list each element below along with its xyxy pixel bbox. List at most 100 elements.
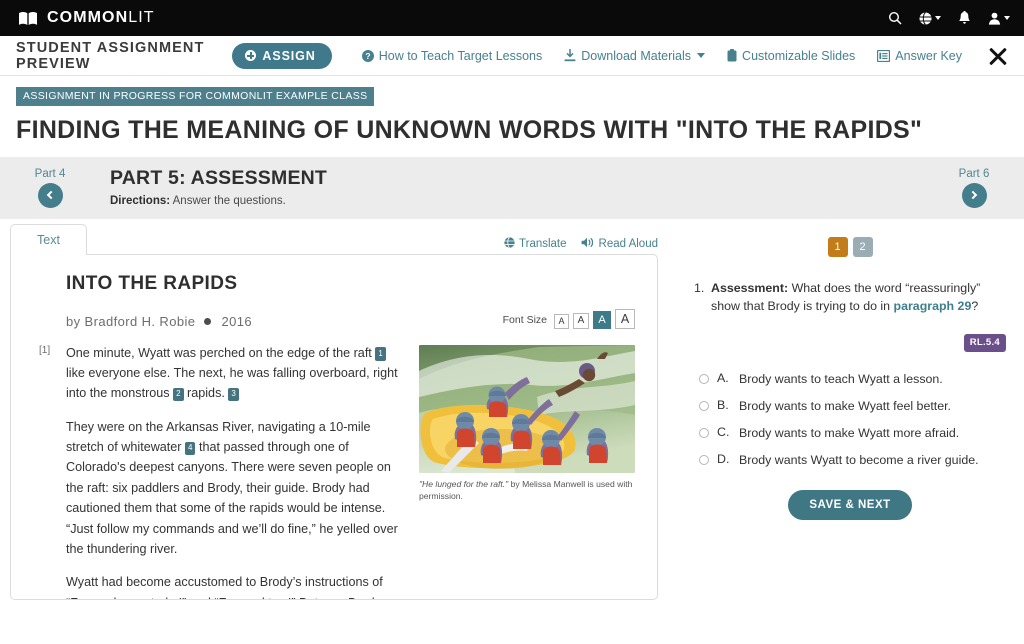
download-materials-link[interactable]: Download Materials (564, 48, 706, 63)
tab-text[interactable]: Text (10, 224, 87, 255)
choice-letter-a: A. (717, 370, 729, 385)
next-part-nav[interactable]: Part 6 (942, 168, 1006, 208)
answer-key-link[interactable]: Answer Key (877, 49, 962, 63)
byline-separator-dot (204, 317, 212, 325)
part-directions: Directions: Answer the questions. (110, 195, 327, 207)
page-title: STUDENT ASSIGNMENT PREVIEW (16, 39, 205, 72)
how-to-teach-target-lessons-link[interactable]: ? How to Teach Target Lessons (361, 48, 543, 63)
logo-lit: LIT (128, 9, 155, 26)
paragraph-row: [1] One minute, Wyatt was perched on the… (39, 343, 403, 599)
previous-part-button[interactable] (37, 182, 63, 208)
figure-caption: "He lunged for the raft." by Melissa Man… (419, 478, 635, 503)
byline-year: 2016 (221, 313, 252, 329)
answer-choice-a[interactable]: A. Brody wants to teach Wyatt a lesson. (699, 371, 1006, 387)
passage-text: "He lunged for the raft." by Melissa Man… (39, 343, 635, 599)
translate-label: Translate (519, 237, 567, 250)
commonlit-logo[interactable]: COMMONLIT (18, 10, 155, 26)
assign-button-label: ASSIGN (262, 48, 316, 63)
search-icon[interactable] (888, 11, 902, 25)
question-text: Assessment: What does the word “reassuri… (711, 279, 1006, 316)
save-and-next-button[interactable]: SAVE & NEXT (788, 490, 912, 521)
footnote-marker-3[interactable]: 3 (228, 387, 239, 402)
choice-letter-b: B. (717, 397, 729, 412)
chevron-right-icon (968, 190, 978, 200)
footnote-marker-1[interactable]: 1 (375, 347, 386, 361)
next-part-label: Part 6 (958, 167, 990, 180)
question-text-after: ? (971, 299, 979, 314)
answer-choice-c[interactable]: C. Brody wants to make Wyatt more afraid… (699, 425, 1006, 441)
choice-text-c: Brody wants to make Wyatt more afraid. (739, 425, 960, 440)
reader-panel: INTO THE RAPIDS by Bradford H. Robie 201… (10, 253, 658, 600)
font-size-button-2[interactable]: A (573, 312, 589, 329)
question-number: 1. (694, 280, 705, 295)
paragraph-body: One minute, Wyatt was perched on the edg… (66, 343, 403, 599)
book-icon (18, 11, 38, 26)
svg-text:?: ? (365, 51, 370, 61)
notifications-bell-icon[interactable] (958, 11, 971, 25)
question-circle-icon: ? (361, 49, 374, 62)
answer-choice-d[interactable]: D. Brody wants Wyatt to become a river g… (699, 452, 1006, 468)
paragraph-1: One minute, Wyatt was perched on the edg… (66, 345, 398, 402)
plus-circle-icon (245, 50, 257, 61)
paragraph-link[interactable]: paragraph 29 (894, 299, 972, 313)
logo-text: COMMONLIT (47, 10, 155, 26)
next-part-button[interactable] (961, 182, 987, 208)
footnote-marker-2[interactable]: 2 (173, 387, 184, 402)
question-block: 1. Assessment: What does the word “reass… (694, 279, 1006, 316)
translate-button[interactable]: Translate (504, 236, 567, 251)
preview-actions: ASSIGN ? How to Teach Target Lessons Dow… (232, 42, 1010, 69)
standard-badge: RL.5.4 (963, 333, 1006, 352)
part-heading: PART 5: ASSESSMENT Directions: Answer th… (110, 167, 327, 207)
choice-letter-d: D. (717, 452, 730, 467)
reader-column: Text Translate Read Aloud INTO THE RAPID… (0, 219, 672, 601)
font-size-control: Font Size A A A A (503, 308, 635, 329)
lesson-title: FINDING THE MEANING OF UNKNOWN WORDS WIT… (16, 116, 923, 144)
standard-row: RL.5.4 (694, 333, 1006, 352)
radio-d[interactable] (699, 455, 709, 466)
read-aloud-button[interactable]: Read Aloud (581, 237, 658, 251)
reader-tab-row: Text Translate Read Aloud (0, 219, 672, 255)
assign-button[interactable]: ASSIGN (232, 42, 332, 69)
speaker-icon (581, 237, 595, 251)
paragraph-2: They were on the Arkansas River, navigat… (66, 419, 398, 557)
font-size-button-4[interactable]: A (615, 308, 635, 329)
how-to-teach-target-lessons-label: How to Teach Target Lessons (378, 48, 543, 63)
question-column: 1 2 1. Assessment: What does the word “r… (672, 219, 1024, 601)
paragraph-3: Wyatt had become accustomed to Brody’s i… (66, 575, 383, 598)
choice-text-a: Brody wants to teach Wyatt a lesson. (739, 371, 943, 386)
choice-text-d: Brody wants Wyatt to become a river guid… (739, 453, 979, 468)
choice-text-b: Brody wants to make Wyatt feel better. (739, 398, 952, 413)
user-account-icon[interactable] (988, 12, 1010, 25)
question-pill-2[interactable]: 2 (852, 236, 873, 257)
chevron-down-icon (697, 53, 706, 58)
previous-part-nav[interactable]: Part 4 (18, 168, 82, 208)
radio-a[interactable] (699, 373, 709, 384)
font-size-button-3[interactable]: A (593, 310, 611, 329)
radio-c[interactable] (699, 427, 709, 438)
font-size-button-1[interactable]: A (554, 313, 569, 329)
download-icon (564, 49, 576, 62)
radio-b[interactable] (699, 400, 709, 411)
rafting-illustration (419, 344, 635, 473)
global-top-bar: COMMONLIT (0, 0, 1024, 36)
globe-icon[interactable] (919, 11, 941, 25)
book-list-icon (877, 49, 891, 62)
close-icon[interactable] (986, 44, 1010, 68)
logo-common: COMMON (47, 9, 129, 26)
reader-tools: Translate Read Aloud (504, 236, 672, 255)
assignment-header: ASSIGNMENT IN PROGRESS FOR COMMONLIT EXA… (0, 76, 1024, 157)
download-materials-label: Download Materials (581, 48, 692, 63)
footnote-marker-4[interactable]: 4 (185, 441, 196, 456)
customizable-slides-link[interactable]: Customizable Slides (727, 49, 855, 63)
question-pill-1[interactable]: 1 (827, 236, 848, 257)
directions-text: Answer the questions. (170, 194, 286, 207)
story-title: INTO THE RAPIDS (66, 272, 238, 294)
answer-choice-b[interactable]: B. Brody wants to make Wyatt feel better… (699, 398, 1006, 414)
chevron-down-icon (1004, 16, 1010, 20)
byline: by Bradford H. Robie 2016 (66, 314, 252, 329)
byline-row: by Bradford H. Robie 2016 Font Size A A … (66, 308, 635, 329)
previous-part-label: Part 4 (34, 167, 66, 180)
student-assignment-preview-bar: STUDENT ASSIGNMENT PREVIEW ASSIGN ? How … (0, 36, 1024, 76)
read-aloud-label: Read Aloud (598, 237, 658, 250)
directions-label: Directions: (110, 194, 171, 207)
